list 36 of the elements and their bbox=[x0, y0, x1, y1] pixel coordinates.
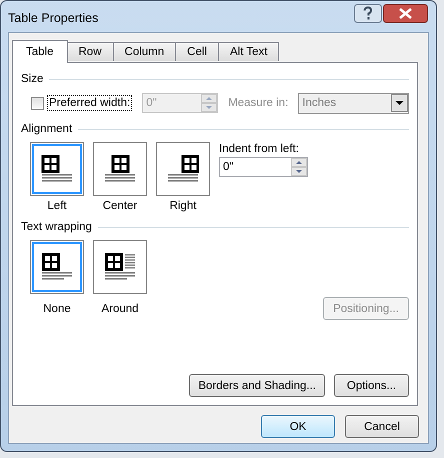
dialog-button[interactable]: Cancel bbox=[345, 415, 419, 438]
option-label: None bbox=[43, 302, 71, 316]
window-title: Table Properties bbox=[8, 11, 98, 25]
option-label: Center bbox=[102, 199, 138, 213]
tab[interactable]: Table bbox=[12, 40, 68, 63]
alignment-option[interactable] bbox=[93, 142, 147, 196]
option-label: Around bbox=[101, 302, 139, 316]
help-icon[interactable] bbox=[354, 4, 382, 23]
section-heading: Size bbox=[21, 72, 44, 86]
panel-button[interactable]: Options... bbox=[334, 374, 409, 397]
tab[interactable]: Cell bbox=[175, 42, 219, 61]
section-heading: Alignment bbox=[21, 122, 72, 136]
wrapping-option[interactable] bbox=[93, 240, 147, 294]
dialog-button[interactable]: OK bbox=[261, 415, 335, 438]
panel-button[interactable]: Borders and Shading... bbox=[189, 374, 325, 397]
table-layout-icon bbox=[104, 253, 136, 281]
tab[interactable]: Row bbox=[66, 42, 114, 61]
table-layout-icon bbox=[167, 155, 199, 183]
measure-label: Measure in: bbox=[228, 97, 288, 109]
indent-field[interactable]: 0" bbox=[219, 157, 308, 177]
tab[interactable]: Alt Text bbox=[218, 42, 280, 61]
section-heading: Text wrapping bbox=[21, 220, 92, 234]
alignment-option[interactable] bbox=[156, 142, 210, 196]
checkbox-label[interactable]: Preferred width: bbox=[47, 95, 132, 111]
indent-label: Indent from left: bbox=[219, 142, 300, 156]
table-layout-icon bbox=[41, 155, 73, 183]
table-layout-icon bbox=[41, 253, 73, 281]
option-label: Right bbox=[170, 199, 196, 213]
table-layout-icon bbox=[104, 155, 136, 183]
wrapping-option[interactable] bbox=[30, 240, 84, 294]
alignment-option[interactable] bbox=[30, 142, 84, 196]
option-label: Left bbox=[47, 199, 67, 213]
checkbox[interactable] bbox=[31, 96, 44, 110]
close-icon[interactable] bbox=[383, 4, 428, 23]
tab[interactable]: Column bbox=[112, 42, 176, 61]
spinner-icon[interactable] bbox=[291, 158, 307, 176]
